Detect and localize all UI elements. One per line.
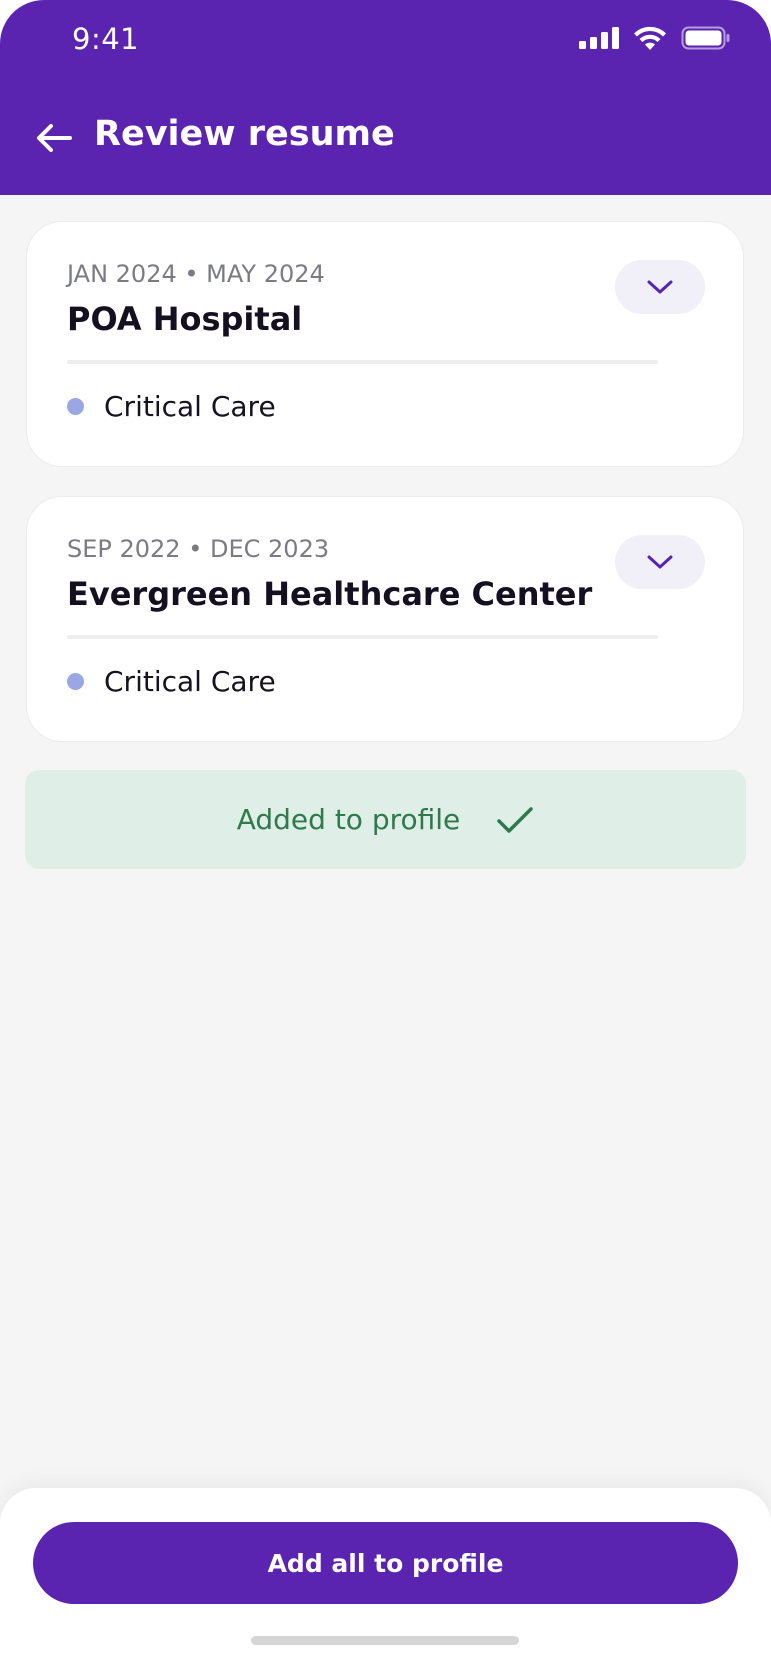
page-title: Review resume bbox=[94, 114, 395, 154]
chevron-down-icon bbox=[647, 280, 673, 294]
experience-dates: SEP 2022 • DEC 2023 bbox=[67, 535, 330, 563]
cellular-signal-icon bbox=[579, 27, 619, 49]
bullet-dot-icon bbox=[67, 673, 84, 690]
specialty-label: Critical Care bbox=[104, 665, 276, 698]
specialty-item: Critical Care bbox=[67, 390, 276, 423]
added-to-profile-banner: Added to profile bbox=[25, 770, 746, 869]
screen: 9:41 Review resume JAN 2024 • MAY 2024 P… bbox=[0, 0, 771, 1669]
back-button[interactable] bbox=[32, 116, 76, 160]
divider bbox=[67, 360, 658, 364]
bottom-action-bar: Add all to profile bbox=[0, 1488, 771, 1669]
wifi-icon bbox=[634, 26, 666, 50]
employer-name: POA Hospital bbox=[67, 300, 303, 338]
divider bbox=[67, 635, 658, 639]
specialty-item: Critical Care bbox=[67, 665, 276, 698]
arrow-left-icon bbox=[37, 124, 72, 152]
status-icons bbox=[579, 26, 731, 50]
app-header: 9:41 Review resume bbox=[0, 0, 771, 195]
battery-icon bbox=[681, 26, 730, 50]
check-icon bbox=[497, 806, 534, 833]
home-indicator bbox=[251, 1636, 519, 1645]
experience-card: JAN 2024 • MAY 2024 POA Hospital Critica… bbox=[26, 221, 744, 467]
chevron-down-icon bbox=[647, 555, 673, 569]
bullet-dot-icon bbox=[67, 398, 84, 415]
banner-text: Added to profile bbox=[236, 803, 461, 836]
status-time: 9:41 bbox=[72, 22, 140, 56]
specialty-label: Critical Care bbox=[104, 390, 276, 423]
employer-name: Evergreen Healthcare Center bbox=[67, 575, 593, 613]
add-all-to-profile-button[interactable]: Add all to profile bbox=[33, 1522, 738, 1604]
expand-button[interactable] bbox=[615, 535, 705, 589]
experience-card: SEP 2022 • DEC 2023 Evergreen Healthcare… bbox=[26, 496, 744, 742]
expand-button[interactable] bbox=[615, 260, 705, 314]
experience-dates: JAN 2024 • MAY 2024 bbox=[67, 260, 325, 288]
